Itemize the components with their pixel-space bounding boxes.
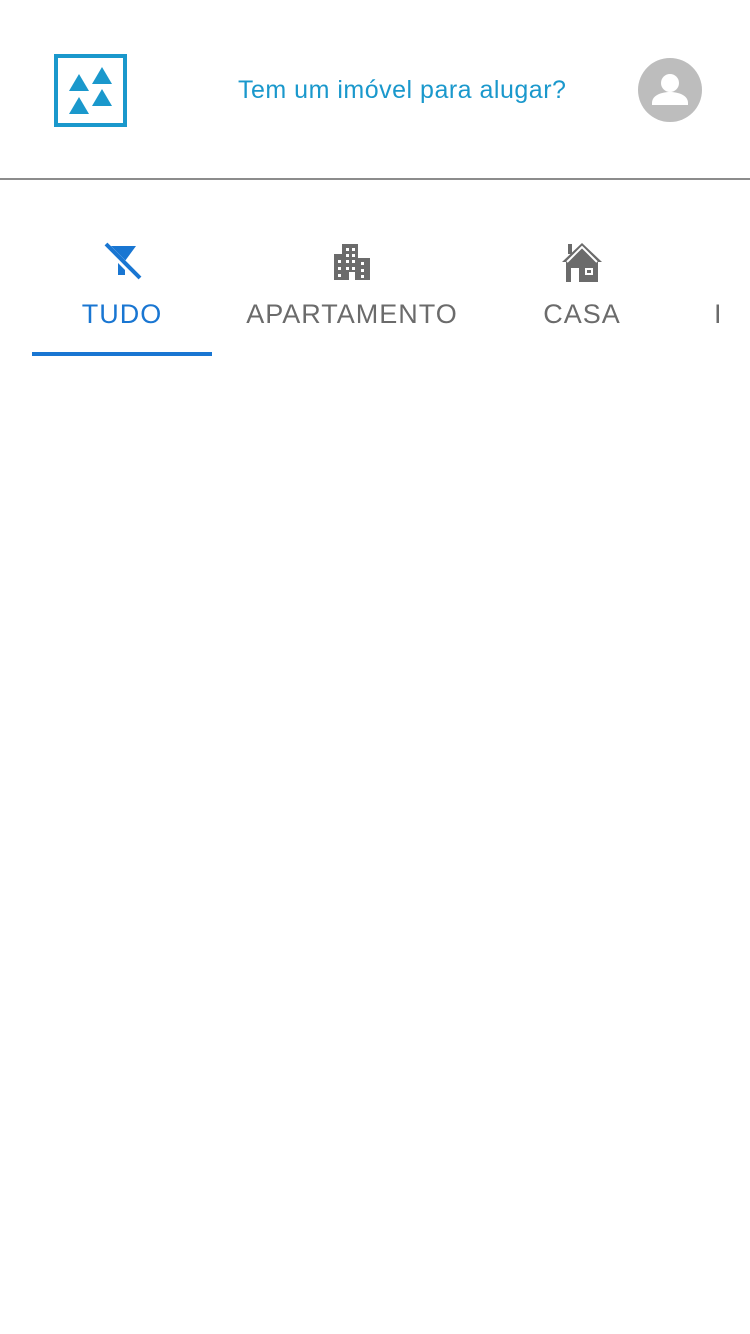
tab-all[interactable]: TUDO [32,182,212,356]
app-logo-icon[interactable] [54,54,127,127]
app-header: Tem um imóvel para alugar? [0,0,750,180]
tab-house-label: CASA [543,299,621,329]
account-circle-icon [652,74,688,105]
account-avatar[interactable] [638,58,702,122]
filter-off-icon [98,238,146,286]
tab-all-label: TUDO [81,299,163,329]
house-icon [558,238,606,286]
tab-apartment[interactable]: APARTAMENTO [232,182,472,356]
listings-content-area [0,360,750,1334]
apartment-building-icon [328,238,376,286]
tab-more[interactable]: I [700,182,750,356]
list-property-link[interactable]: Tem um imóvel para alugar? [238,72,566,108]
tab-apartment-label: APARTAMENTO [246,299,458,329]
app-root: Tem um imóvel para alugar? TUDO APARTAME… [0,0,750,1334]
active-tab-indicator [32,352,212,356]
property-type-tabs: TUDO APARTAMENTO CASA I [0,182,750,358]
tab-house[interactable]: CASA [492,182,672,356]
tab-more-label: I [714,299,723,329]
